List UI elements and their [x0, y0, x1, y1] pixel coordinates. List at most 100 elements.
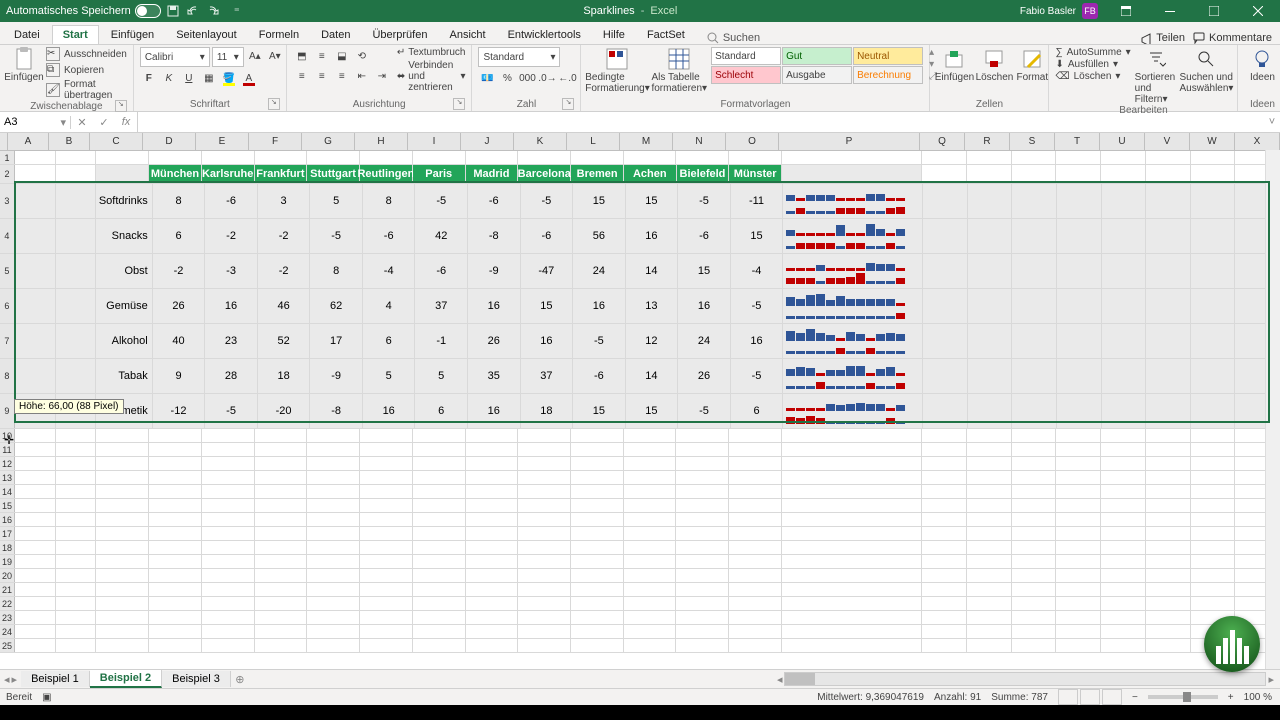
cell-R17[interactable] — [967, 527, 1012, 540]
row-header-17[interactable]: 17 — [0, 527, 15, 540]
column-header-O[interactable]: O — [726, 133, 779, 150]
cell-I11[interactable] — [413, 443, 466, 456]
cell-O1[interactable] — [729, 151, 782, 164]
cell-E3[interactable]: -6 — [205, 184, 258, 218]
cell-Q14[interactable] — [922, 485, 967, 498]
border-icon[interactable]: ▦ — [200, 69, 218, 87]
cell-A5[interactable] — [15, 254, 56, 288]
cell-U25[interactable] — [1101, 639, 1146, 652]
cell-B11[interactable] — [56, 443, 97, 456]
tab-ueberpruefen[interactable]: Überprüfen — [362, 26, 437, 44]
tab-seitenlayout[interactable]: Seitenlayout — [166, 26, 247, 44]
cell-R7[interactable] — [968, 324, 1013, 358]
cell-C10[interactable] — [96, 429, 149, 442]
cell-M16[interactable] — [624, 513, 677, 526]
cell-G10[interactable] — [307, 429, 360, 442]
cell-L21[interactable] — [571, 583, 624, 596]
cell-G11[interactable] — [307, 443, 360, 456]
cell-E21[interactable] — [202, 583, 255, 596]
cell-T24[interactable] — [1056, 625, 1101, 638]
cell-J16[interactable] — [466, 513, 519, 526]
cell-B17[interactable] — [56, 527, 97, 540]
cell-W14[interactable] — [1191, 485, 1236, 498]
cell-T25[interactable] — [1056, 639, 1101, 652]
cell-B25[interactable] — [56, 639, 97, 652]
cell-K9[interactable]: 18 — [521, 394, 574, 428]
cell-G4[interactable]: -5 — [310, 219, 363, 253]
cell-H6[interactable]: 4 — [363, 289, 416, 323]
cell-W21[interactable] — [1191, 583, 1236, 596]
row-header-5[interactable]: 5 — [0, 254, 15, 288]
minimize-icon[interactable] — [1148, 0, 1192, 22]
decrease-font-icon[interactable]: A▾ — [266, 47, 284, 65]
cell-V9[interactable] — [1146, 394, 1191, 428]
cell-G17[interactable] — [307, 527, 360, 540]
cell-W13[interactable] — [1191, 471, 1236, 484]
cell-G1[interactable] — [307, 151, 360, 164]
column-header-U[interactable]: U — [1100, 133, 1145, 150]
cell-K25[interactable] — [518, 639, 571, 652]
cell-A10[interactable] — [15, 429, 56, 442]
tab-hilfe[interactable]: Hilfe — [593, 26, 635, 44]
cell-A13[interactable] — [15, 471, 56, 484]
cell-U14[interactable] — [1101, 485, 1146, 498]
cell-V24[interactable] — [1146, 625, 1191, 638]
autosave-toggle[interactable]: Automatisches Speichern — [6, 4, 161, 18]
cell-P12[interactable] — [782, 457, 922, 470]
cell-B13[interactable] — [56, 471, 97, 484]
name-box[interactable]: A3▾ — [0, 116, 71, 129]
cell-V3[interactable] — [1146, 184, 1191, 218]
percent-format-icon[interactable]: % — [498, 69, 516, 87]
row-header-25[interactable]: 25 — [0, 639, 15, 652]
wrap-text-button[interactable]: ↵Textumbruch — [397, 47, 466, 58]
close-icon[interactable] — [1236, 0, 1280, 22]
cell-K10[interactable] — [518, 429, 571, 442]
cell-U4[interactable] — [1102, 219, 1147, 253]
cell-O22[interactable] — [729, 597, 782, 610]
cell-P18[interactable] — [782, 541, 922, 554]
cell-E17[interactable] — [202, 527, 255, 540]
cell-W20[interactable] — [1191, 569, 1236, 582]
cell-U16[interactable] — [1101, 513, 1146, 526]
format-painter-button[interactable]: 🖌Format übertragen — [46, 79, 127, 101]
cell-I24[interactable] — [413, 625, 466, 638]
cell-U2[interactable] — [1101, 165, 1146, 183]
cell-C20[interactable] — [96, 569, 149, 582]
cell-J2[interactable]: Madrid — [466, 165, 519, 183]
cell-C16[interactable] — [96, 513, 149, 526]
cell-T23[interactable] — [1056, 611, 1101, 624]
tab-ansicht[interactable]: Ansicht — [439, 26, 495, 44]
cell-H20[interactable] — [360, 569, 413, 582]
cell-L10[interactable] — [571, 429, 624, 442]
cell-M23[interactable] — [624, 611, 677, 624]
orientation-icon[interactable]: ⟲ — [353, 47, 371, 65]
cell-D17[interactable] — [149, 527, 202, 540]
fill-color-icon[interactable]: 🪣 — [220, 69, 238, 87]
cell-T14[interactable] — [1056, 485, 1101, 498]
cell-T17[interactable] — [1056, 527, 1101, 540]
redo-icon[interactable] — [207, 5, 227, 17]
cell-F7[interactable]: 52 — [258, 324, 311, 358]
cell-J17[interactable] — [466, 527, 519, 540]
cell-M12[interactable] — [624, 457, 677, 470]
cell-E14[interactable] — [202, 485, 255, 498]
cell-E19[interactable] — [202, 555, 255, 568]
cell-T8[interactable] — [1057, 359, 1102, 393]
cell-U6[interactable] — [1102, 289, 1147, 323]
cell-H7[interactable]: 6 — [363, 324, 416, 358]
row-header-1[interactable]: 1 — [0, 151, 15, 164]
cell-Q19[interactable] — [922, 555, 967, 568]
cell-J21[interactable] — [466, 583, 519, 596]
cell-J1[interactable] — [466, 151, 519, 164]
cell-H23[interactable] — [360, 611, 413, 624]
cell-T21[interactable] — [1056, 583, 1101, 596]
cell-J3[interactable]: -6 — [468, 184, 521, 218]
cell-H17[interactable] — [360, 527, 413, 540]
cell-H12[interactable] — [360, 457, 413, 470]
cell-W7[interactable] — [1191, 324, 1236, 358]
comments-button[interactable]: Kommentare — [1193, 32, 1272, 44]
cell-S4[interactable] — [1012, 219, 1057, 253]
cell-O7[interactable]: 16 — [731, 324, 784, 358]
cell-O11[interactable] — [729, 443, 782, 456]
cell-E20[interactable] — [202, 569, 255, 582]
